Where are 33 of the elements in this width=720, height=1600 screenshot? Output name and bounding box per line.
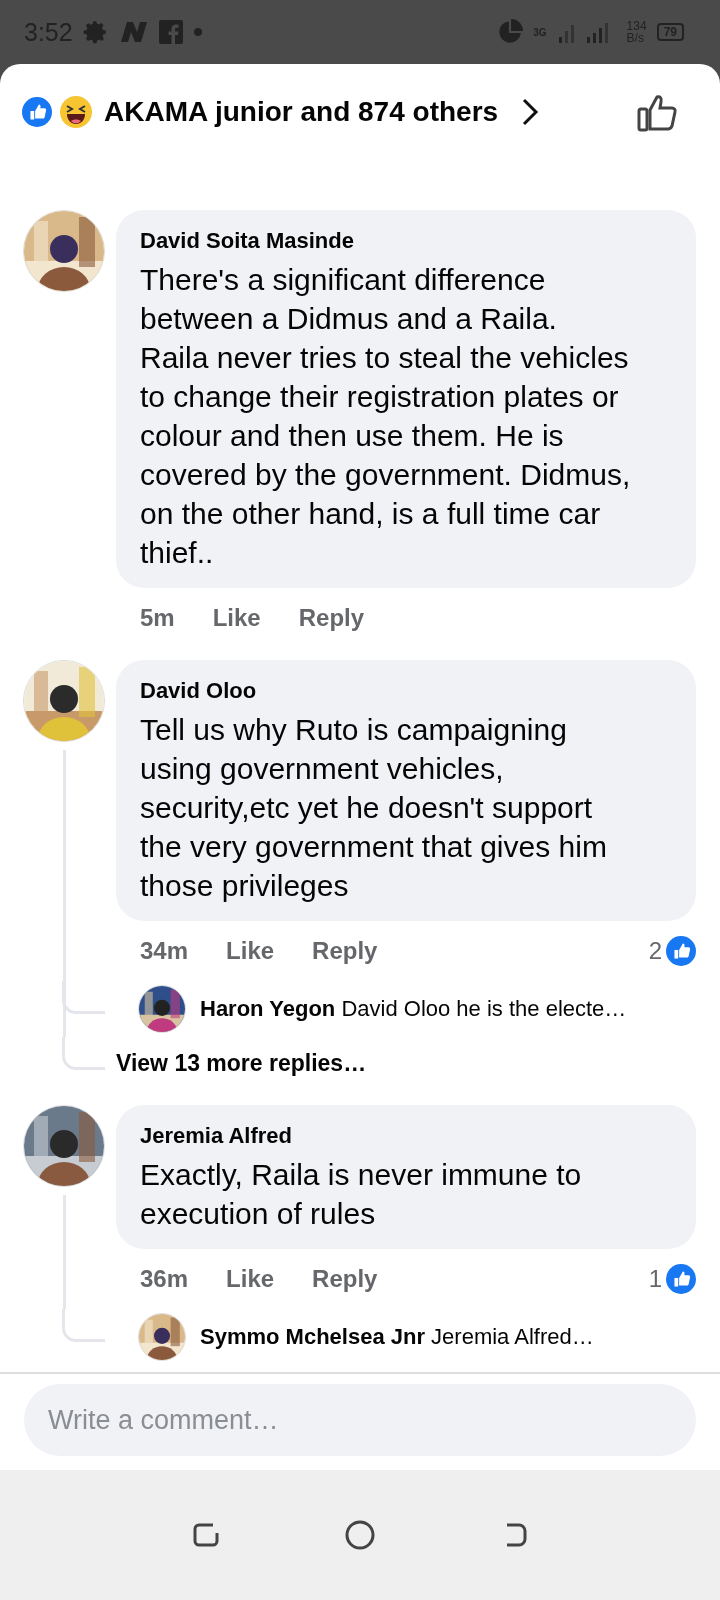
laughing-emoji-icon [60,96,92,128]
home-icon[interactable] [344,1519,376,1551]
pie-chart-icon [497,19,524,45]
reply-button[interactable]: Reply [298,604,365,632]
reaction-count: 1 [648,1265,662,1293]
like-icon [666,936,696,966]
comment-text: Tell us why Ruto is campaigning using government vehicles, security,etc yet he doesn't support the very government that gives him those privileges [140,712,608,904]
reactions-summary[interactable]: AKAMA junior and 874 others [104,96,499,128]
reaction-count: 2 [648,937,662,965]
n-logo-icon [118,20,149,44]
facebook-icon [158,20,183,44]
reply-preview[interactable]: Haron Yegon David Oloo he is the electe… [200,996,627,1022]
dot-icon [192,27,203,37]
comment-author[interactable]: David Oloo [140,678,672,704]
reply-button[interactable]: Reply [312,1265,378,1293]
comment-time: 34m [140,937,189,965]
comment-text: There's a significant difference between a Didmus and a Raila. Raila never tries to steal the vehicles to change their registration plates or colour and then use them. He is covered by the government. Didmus, on the other hand, is a full time car thief.. [140,262,632,571]
thread-connector [62,1037,105,1070]
settings-icon [82,19,109,45]
like-button[interactable]: Like [226,1265,275,1293]
comment-time: 5m [140,604,175,632]
comment-author[interactable]: Jeremia Alfred [140,1123,672,1149]
comment-author[interactable]: David Soita Masinde [140,228,672,254]
comment-time: 36m [140,1265,189,1293]
view-more-replies-link[interactable]: View 13 more replies… [116,1049,367,1077]
comment-text: Exactly, Raila is never immune to execution of rules [140,1157,583,1232]
like-button[interactable]: Like [226,937,275,965]
reply-preview[interactable]: Symmo Mchelsea Jnr Jeremia Alfred… [200,1324,594,1350]
like-button[interactable]: Like [212,604,261,632]
comment-field[interactable]: Write a comment… [24,1384,696,1456]
like-icon [22,97,52,127]
reply-button[interactable]: Reply [312,937,378,965]
like-icon [666,1264,696,1294]
